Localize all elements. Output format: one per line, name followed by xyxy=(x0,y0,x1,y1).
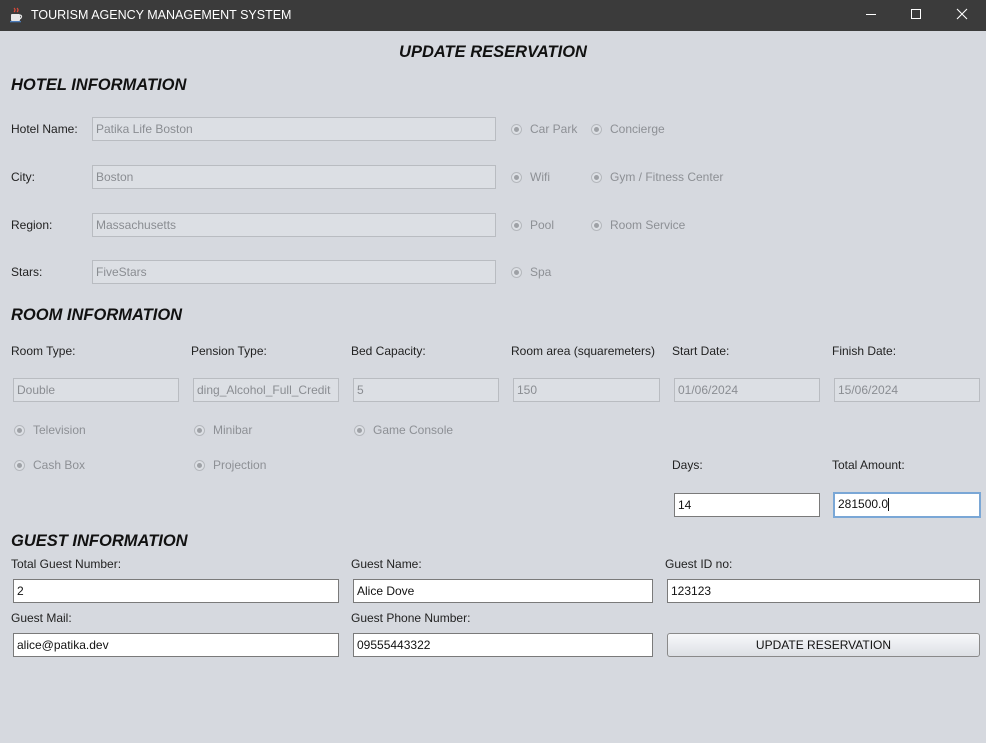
total-guest-field[interactable]: 2 xyxy=(13,579,339,603)
pension-type-field: ding_Alcohol_Full_Credit xyxy=(193,378,339,402)
cash-box-radio[interactable]: Cash Box xyxy=(14,458,85,472)
room-type-field: Double xyxy=(13,378,179,402)
finish-date-field: 15/06/2024 xyxy=(834,378,980,402)
television-label: Television xyxy=(33,423,86,437)
pool-radio[interactable]: Pool xyxy=(511,218,554,232)
radio-dot-icon xyxy=(14,424,25,436)
days-field[interactable]: 14 xyxy=(674,493,820,517)
room-section-title: ROOM INFORMATION xyxy=(11,306,183,324)
hotel-section-title: HOTEL INFORMATION xyxy=(11,76,187,94)
maximize-button[interactable] xyxy=(893,0,939,31)
guest-section-title: GUEST INFORMATION xyxy=(11,532,188,550)
hotel-name-label: Hotel Name: xyxy=(11,122,78,136)
car-park-label: Car Park xyxy=(530,122,578,136)
room-area-field: 150 xyxy=(513,378,660,402)
total-amount-value: 281500.0 xyxy=(838,497,889,511)
projection-radio[interactable]: Projection xyxy=(194,458,266,472)
wifi-label: Wifi xyxy=(530,170,550,184)
concierge-label: Concierge xyxy=(610,122,665,136)
radio-dot-icon xyxy=(591,171,602,183)
title-bar[interactable]: TOURISM AGENCY MANAGEMENT SYSTEM xyxy=(0,0,986,31)
projection-label: Projection xyxy=(213,458,267,472)
city-field: Boston xyxy=(92,165,496,189)
text-caret xyxy=(888,498,890,512)
pool-label: Pool xyxy=(530,218,555,232)
update-reservation-form: UPDATE RESERVATION HOTEL INFORMATION Hot… xyxy=(1,31,985,742)
guest-id-field[interactable]: 123123 xyxy=(667,579,980,603)
radio-dot-icon xyxy=(354,424,365,436)
city-label: City: xyxy=(11,170,35,184)
hotel-name-field: Patika Life Boston xyxy=(92,117,496,141)
update-reservation-button[interactable]: UPDATE RESERVATION xyxy=(667,633,980,657)
guest-phone-field[interactable]: 09555443322 xyxy=(353,633,653,657)
close-button[interactable] xyxy=(939,0,985,31)
pension-type-label: Pension Type: xyxy=(191,344,267,358)
minimize-button[interactable] xyxy=(848,0,894,31)
guest-name-field[interactable]: Alice Dove xyxy=(353,579,653,603)
concierge-radio[interactable]: Concierge xyxy=(591,122,665,136)
total-guest-label: Total Guest Number: xyxy=(11,557,122,571)
cash-box-label: Cash Box xyxy=(33,458,86,472)
guest-mail-field[interactable]: alice@patika.dev xyxy=(13,633,339,657)
bed-capacity-field: 5 xyxy=(353,378,499,402)
room-service-radio[interactable]: Room Service xyxy=(591,218,685,232)
radio-dot-icon xyxy=(511,123,522,135)
radio-dot-icon xyxy=(591,123,602,135)
room-area-label: Room area (squaremeters) xyxy=(511,344,656,358)
minimize-icon xyxy=(865,7,877,25)
page-title: UPDATE RESERVATION xyxy=(399,43,587,61)
guest-phone-label: Guest Phone Number: xyxy=(351,611,471,625)
radio-dot-icon xyxy=(511,171,522,183)
gym-label: Gym / Fitness Center xyxy=(610,170,724,184)
minibar-label: Minibar xyxy=(213,423,253,437)
spa-radio[interactable]: Spa xyxy=(511,265,551,279)
start-date-field: 01/06/2024 xyxy=(674,378,820,402)
window-title: TOURISM AGENCY MANAGEMENT SYSTEM xyxy=(31,8,292,22)
bed-capacity-label: Bed Capacity: xyxy=(351,344,426,358)
stars-label: Stars: xyxy=(11,265,43,279)
gym-radio[interactable]: Gym / Fitness Center xyxy=(591,170,723,184)
wifi-radio[interactable]: Wifi xyxy=(511,170,550,184)
region-label: Region: xyxy=(11,218,53,232)
total-amount-label: Total Amount: xyxy=(832,458,905,472)
radio-dot-icon xyxy=(14,459,25,471)
guest-id-label: Guest ID no: xyxy=(665,557,733,571)
stars-field: FiveStars xyxy=(92,260,496,284)
radio-dot-icon xyxy=(511,266,522,278)
close-icon xyxy=(956,7,968,25)
television-radio[interactable]: Television xyxy=(14,423,86,437)
radio-dot-icon xyxy=(194,424,205,436)
maximize-icon xyxy=(910,7,922,25)
game-console-label: Game Console xyxy=(373,423,454,437)
radio-dot-icon xyxy=(511,219,522,231)
spa-label: Spa xyxy=(530,265,552,279)
guest-mail-label: Guest Mail: xyxy=(11,611,72,625)
car-park-radio[interactable]: Car Park xyxy=(511,122,577,136)
room-type-label: Room Type: xyxy=(11,344,76,358)
minibar-radio[interactable]: Minibar xyxy=(194,423,252,437)
region-field: Massachusetts xyxy=(92,213,496,237)
finish-date-label: Finish Date: xyxy=(832,344,897,358)
room-service-label: Room Service xyxy=(610,218,686,232)
radio-dot-icon xyxy=(591,219,602,231)
java-cup-icon xyxy=(9,7,24,23)
total-amount-field[interactable]: 281500.0 xyxy=(833,492,981,518)
days-label: Days: xyxy=(672,458,703,472)
start-date-label: Start Date: xyxy=(672,344,730,358)
application-window: TOURISM AGENCY MANAGEMENT SYSTEM UPDATE … xyxy=(0,0,986,743)
game-console-radio[interactable]: Game Console xyxy=(354,423,453,437)
radio-dot-icon xyxy=(194,459,205,471)
guest-name-label: Guest Name: xyxy=(351,557,422,571)
